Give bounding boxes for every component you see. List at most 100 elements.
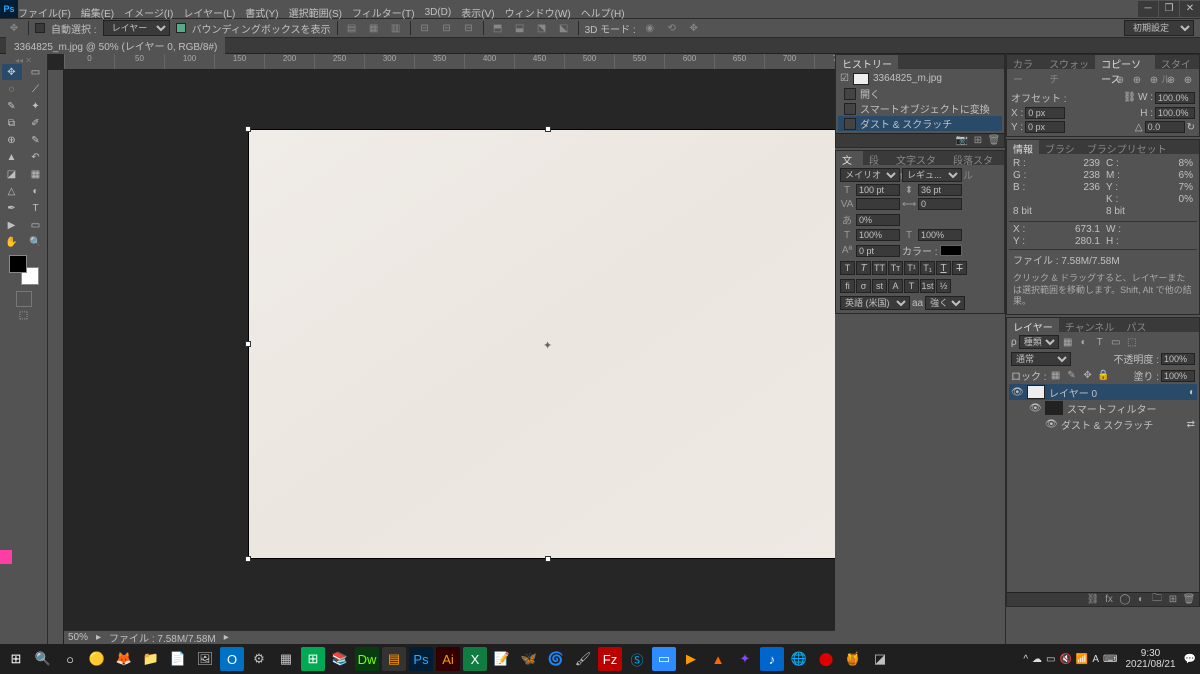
tray-volume-icon[interactable]: 🔇: [1059, 654, 1071, 665]
chrome-icon[interactable]: 🟡: [85, 647, 109, 671]
camera-icon[interactable]: 📷: [956, 135, 968, 147]
color-swatches[interactable]: [9, 255, 39, 285]
tray-cloud-icon[interactable]: ☁: [1032, 654, 1042, 665]
link-icon[interactable]: ⛓: [1123, 92, 1136, 103]
clone-src-2-icon[interactable]: ⊕: [1130, 73, 1144, 87]
font-select[interactable]: メイリオ: [840, 168, 900, 182]
illustrator-icon[interactable]: Ai: [436, 647, 460, 671]
brush-tool[interactable]: ✎: [26, 132, 46, 148]
globe-icon[interactable]: 🌐: [787, 647, 811, 671]
leading-input[interactable]: [918, 184, 962, 196]
zoom-tool[interactable]: 🔍: [26, 234, 46, 250]
menu-edit[interactable]: 編集(E): [81, 5, 114, 20]
dreamweaver-icon[interactable]: Dw: [355, 647, 379, 671]
caps-button[interactable]: TT: [872, 261, 887, 275]
scale-input[interactable]: [856, 214, 900, 226]
transform-handle[interactable]: [245, 341, 251, 347]
new-icon[interactable]: ⊞: [972, 135, 984, 147]
arrange-icon-2[interactable]: ⬓: [512, 20, 528, 36]
photoshop-icon[interactable]: Ps: [409, 647, 433, 671]
ot-7[interactable]: ½: [936, 279, 951, 293]
ot-2[interactable]: σ: [856, 279, 871, 293]
app-icon-5[interactable]: 🌀: [544, 647, 568, 671]
auto-select-target[interactable]: レイヤー: [103, 20, 170, 36]
tray-ime-icon[interactable]: A: [1092, 654, 1099, 665]
style-tab[interactable]: スタイル: [1155, 55, 1199, 69]
distribute-icon-3[interactable]: ⊟: [461, 20, 477, 36]
3d-icon-2[interactable]: ⟲: [664, 20, 680, 36]
tray-battery-icon[interactable]: ▭: [1046, 654, 1055, 665]
marquee-tool[interactable]: ◌: [2, 81, 22, 97]
clone-src-1-icon[interactable]: ⊕: [1113, 73, 1127, 87]
explorer-icon[interactable]: 📁: [139, 647, 163, 671]
ot-5[interactable]: T: [904, 279, 919, 293]
filezilla-icon[interactable]: Fz: [598, 647, 622, 671]
gradient-tool[interactable]: ▦: [26, 166, 46, 182]
auto-select-checkbox[interactable]: [35, 23, 45, 33]
skype-icon[interactable]: Ⓢ: [625, 647, 649, 671]
toolbox-grip[interactable]: ◂◂ ✕: [4, 56, 44, 64]
settings-icon[interactable]: ⚙: [247, 647, 271, 671]
swatch-tab[interactable]: スウォッチ: [1043, 55, 1095, 69]
menu-image[interactable]: イメージ(I): [124, 5, 173, 20]
fill-input[interactable]: [1161, 370, 1195, 382]
kerning-input[interactable]: [856, 198, 900, 210]
app-icon-8[interactable]: 🍯: [841, 647, 865, 671]
menu-view[interactable]: 表示(V): [461, 5, 494, 20]
aa-select[interactable]: 強く: [925, 296, 965, 310]
sublime-icon[interactable]: ▤: [382, 647, 406, 671]
history-item[interactable]: 開く: [838, 86, 1002, 101]
workspace-select[interactable]: 初期設定: [1124, 20, 1194, 36]
arrange-icon-4[interactable]: ⬕: [556, 20, 572, 36]
angle-input[interactable]: [1145, 121, 1185, 133]
ot-1[interactable]: fi: [840, 279, 855, 293]
app-icon-3[interactable]: 📚: [328, 647, 352, 671]
3d-icon-3[interactable]: ✥: [686, 20, 702, 36]
bbox-checkbox[interactable]: [176, 23, 186, 33]
close-button[interactable]: ✕: [1180, 1, 1200, 17]
history-tab[interactable]: ヒストリー: [836, 55, 898, 69]
channels-tab[interactable]: チャンネル: [1059, 318, 1121, 332]
hand-tool[interactable]: ✋: [2, 234, 22, 250]
app-icon-7[interactable]: ✦: [733, 647, 757, 671]
minimize-button[interactable]: ─: [1138, 1, 1158, 17]
new-layer-icon[interactable]: ⊞: [1167, 594, 1179, 606]
super-button[interactable]: T¹: [904, 261, 919, 275]
color-tab[interactable]: カラー: [1007, 55, 1043, 69]
canvas[interactable]: ✦: [248, 129, 835, 559]
sub-button[interactable]: T₁: [920, 261, 935, 275]
bold-button[interactable]: T: [840, 261, 855, 275]
visibility-icon[interactable]: 👁: [1045, 419, 1057, 430]
lock-all-icon[interactable]: 🔒: [1097, 369, 1111, 383]
lock-trans-icon[interactable]: ▦: [1049, 369, 1063, 383]
tracking-input[interactable]: [918, 198, 962, 210]
scale-x-input[interactable]: [856, 229, 900, 241]
align-left-icon[interactable]: ▤: [344, 20, 360, 36]
lasso-tool[interactable]: ⟋: [26, 81, 46, 97]
align-right-icon[interactable]: ▥: [388, 20, 404, 36]
crop-tool[interactable]: ⧉: [2, 115, 22, 131]
tray-keyboard-icon[interactable]: ⌨: [1103, 654, 1117, 665]
filter-row[interactable]: 👁ダスト & スクラッチ⇄: [1009, 416, 1197, 432]
menu-filter[interactable]: フィルター(T): [352, 5, 415, 20]
delete-icon[interactable]: 🗑: [1183, 594, 1195, 606]
transform-handle[interactable]: [545, 556, 551, 562]
clock[interactable]: 9:302021/08/21: [1121, 648, 1179, 670]
menu-window[interactable]: ウィンドウ(W): [505, 5, 571, 20]
history-brush-tool[interactable]: ↶: [26, 149, 46, 165]
type-tool[interactable]: T: [26, 200, 46, 216]
music-icon[interactable]: ♪: [760, 647, 784, 671]
brush-tab[interactable]: ブラシ: [1039, 140, 1081, 154]
clone-src-5-icon[interactable]: ⊕: [1181, 73, 1195, 87]
para-tab[interactable]: 段落: [863, 151, 890, 165]
arrange-icon[interactable]: ⬒: [490, 20, 506, 36]
healing-tool[interactable]: ⊕: [2, 132, 22, 148]
menu-file[interactable]: ファイル(F): [18, 5, 71, 20]
ot-3[interactable]: st: [872, 279, 887, 293]
menu-layer[interactable]: レイヤー(L): [183, 5, 235, 20]
collapsed-panel-tab[interactable]: [0, 550, 12, 564]
italic-button[interactable]: T: [856, 261, 871, 275]
pen-tool[interactable]: ✒: [2, 200, 22, 216]
search-icon[interactable]: 🔍: [31, 647, 55, 671]
eyedropper-tool[interactable]: ✐: [26, 115, 46, 131]
